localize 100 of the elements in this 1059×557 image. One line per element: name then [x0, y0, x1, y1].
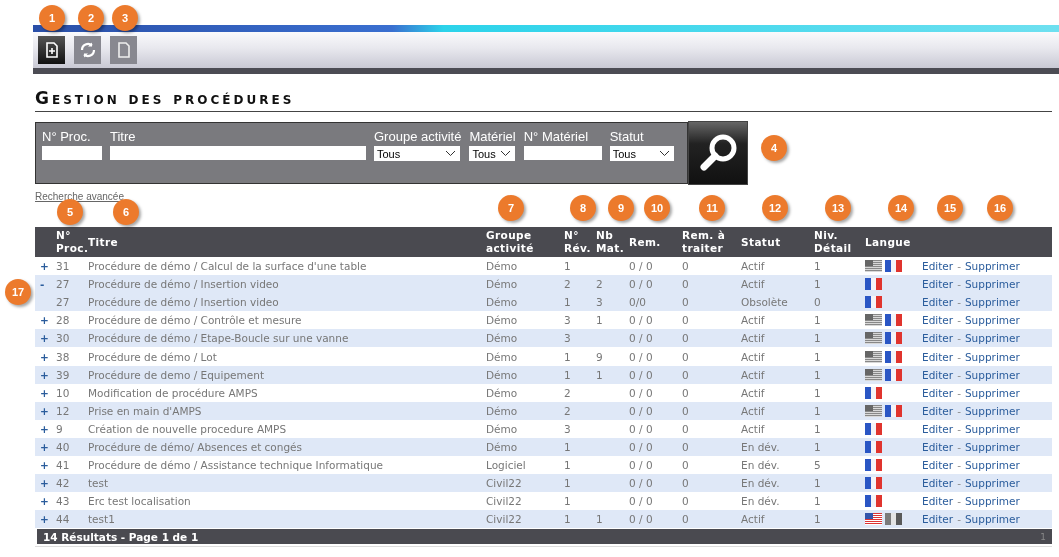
french-flag-icon[interactable] [885, 350, 902, 363]
french-flag-icon[interactable] [865, 386, 882, 399]
refresh-button[interactable] [74, 36, 101, 64]
french-flag-icon[interactable] [885, 332, 902, 345]
edit-link[interactable]: Editer [922, 368, 954, 381]
table-cell-text: Procédure de démo / Contrôle et mesure [88, 314, 303, 327]
delete-link[interactable]: Supprimer [964, 368, 1020, 381]
column-header: N° Rév. [564, 229, 592, 255]
delete-link[interactable]: Supprimer [964, 459, 1020, 472]
french-flag-icon[interactable] [865, 459, 882, 472]
table-cell-text: Actif [741, 386, 766, 399]
table-cell-text: 3 [564, 332, 572, 345]
expand-toggle[interactable]: + [40, 495, 49, 508]
table-cell-text: 38 [56, 350, 71, 363]
edit-link[interactable]: Editer [922, 260, 954, 273]
edit-link[interactable]: Editer [922, 459, 954, 472]
input-field[interactable] [523, 146, 602, 160]
edit-link[interactable]: Editer [922, 477, 954, 490]
expand-toggle[interactable]: + [40, 386, 49, 399]
new-document-button[interactable] [38, 36, 65, 64]
french-flag-icon[interactable] [865, 495, 882, 508]
edit-link[interactable]: Editer [922, 296, 954, 309]
delete-link[interactable]: Supprimer [964, 422, 1020, 435]
column-header: Nb Mat. [596, 229, 626, 255]
edit-link[interactable]: Editer [922, 441, 954, 453]
french-flag-icon[interactable] [865, 296, 882, 309]
delete-link[interactable]: Supprimer [964, 513, 1020, 526]
table-cell-text: 0 [682, 513, 690, 526]
expand-toggle[interactable]: - [40, 278, 45, 291]
input-field[interactable] [110, 146, 366, 160]
callout-badge: 7 [498, 195, 524, 221]
delete-link[interactable]: Supprimer [964, 314, 1020, 327]
french-flag-icon[interactable] [885, 368, 902, 381]
expand-toggle[interactable]: + [40, 404, 49, 417]
callout-badge: 15 [937, 195, 963, 221]
french-flag-icon[interactable] [885, 404, 902, 417]
edit-link[interactable]: Editer [922, 332, 954, 345]
french-flag-icon[interactable] [865, 477, 882, 490]
expand-toggle[interactable]: + [40, 459, 49, 472]
delete-link[interactable]: Supprimer [964, 495, 1020, 508]
us-flag-icon[interactable] [865, 260, 882, 273]
expand-toggle[interactable]: + [40, 513, 49, 526]
search-button[interactable] [688, 121, 748, 185]
column-header: Langue [865, 235, 912, 249]
french-flag-icon[interactable] [865, 441, 882, 453]
select-field[interactable]: Tous [469, 146, 516, 161]
table-cell-text: 0 / 0 [629, 422, 654, 435]
delete-link[interactable]: Supprimer [964, 332, 1020, 345]
expand-toggle[interactable]: + [40, 260, 49, 273]
table-cell-text: 44 [56, 513, 71, 526]
us-flag-icon[interactable] [865, 350, 882, 363]
delete-link[interactable]: Supprimer [964, 477, 1020, 490]
expand-toggle[interactable]: + [40, 332, 49, 345]
advanced-search-link[interactable]: Recherche avancée [35, 191, 124, 202]
table-cell-text: En dév. [741, 477, 781, 490]
delete-link[interactable]: Supprimer [964, 296, 1020, 309]
french-flag-icon[interactable] [885, 260, 902, 273]
delete-link[interactable]: Supprimer [964, 386, 1020, 399]
expand-toggle[interactable]: + [40, 350, 49, 363]
edit-link[interactable]: Editer [922, 350, 954, 363]
us-flag-icon[interactable] [865, 314, 882, 327]
refresh-icon [78, 41, 97, 59]
table-cell-text: Actif [741, 332, 766, 345]
document-button[interactable] [110, 36, 137, 64]
expand-toggle[interactable]: + [40, 477, 49, 490]
expand-toggle[interactable]: + [40, 441, 49, 453]
edit-link[interactable]: Editer [922, 386, 954, 399]
table-cell-text: Démo [486, 260, 519, 273]
us-flag-icon[interactable] [865, 368, 882, 381]
select-field[interactable]: Tous [374, 146, 460, 161]
french-flag-icon[interactable] [865, 278, 882, 291]
expand-toggle[interactable]: + [40, 368, 49, 381]
column-header: Niv. Détail [814, 229, 853, 255]
table-cell-text: 1 [814, 350, 822, 363]
edit-link[interactable]: Editer [922, 513, 954, 526]
column-header: Statut [741, 235, 782, 249]
edit-link[interactable]: Editer [922, 278, 954, 291]
table-cell: 3 [596, 296, 603, 309]
edit-link[interactable]: Editer [922, 404, 954, 417]
edit-link[interactable]: Editer [922, 422, 954, 435]
edit-link[interactable]: Editer [922, 314, 954, 327]
us-flag-icon[interactable] [865, 513, 882, 526]
us-flag-icon[interactable] [865, 332, 882, 345]
table-cell-text: 41 [56, 459, 71, 472]
french-flag-icon[interactable] [885, 314, 902, 327]
edit-link[interactable]: Editer [922, 495, 954, 508]
callout-badge: 3 [112, 5, 138, 31]
select-field[interactable]: Tous [609, 146, 674, 161]
expand-toggle[interactable]: + [40, 422, 49, 435]
french-flag-icon[interactable] [865, 422, 882, 435]
delete-link[interactable]: Supprimer [964, 278, 1020, 291]
french-flag-icon[interactable] [885, 513, 902, 526]
us-flag-icon[interactable] [865, 404, 882, 417]
input-field[interactable] [42, 146, 102, 160]
delete-link[interactable]: Supprimer [964, 441, 1020, 453]
delete-link[interactable]: Supprimer [964, 404, 1020, 417]
delete-link[interactable]: Supprimer [964, 350, 1020, 363]
expand-toggle[interactable]: + [40, 314, 49, 327]
delete-link[interactable]: Supprimer [964, 260, 1020, 273]
table-cell-text: 40 [56, 441, 71, 453]
